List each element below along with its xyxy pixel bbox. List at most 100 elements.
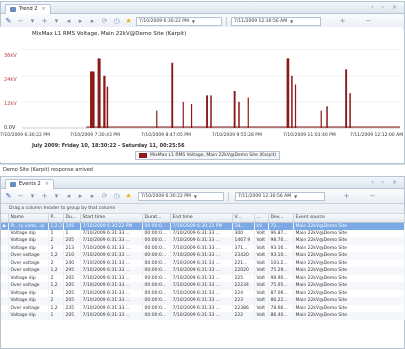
column-header[interactable]: Durat... — [142, 214, 171, 223]
table-cell-v: 18... — [232, 222, 255, 230]
table-row[interactable]: Over voltage 1,2 235 7/10/2009 6:31:33 ... 0… — [1, 304, 405, 312]
column-header[interactable]: Du... — [63, 214, 81, 223]
close-icon[interactable]: × — [41, 6, 45, 12]
table-cell-src: Main 22kV@Demo Site — [293, 289, 405, 297]
group-by-hint[interactable]: Drag a column header to group by that co… — [1, 204, 404, 214]
zoom-in-icon[interactable]: + — [342, 192, 351, 201]
edit-pen-icon[interactable]: ✎ — [4, 17, 13, 26]
table-cell-end: 7/10/2009 6:31:33 ... — [170, 244, 233, 252]
table-cell-du: 205 — [63, 282, 81, 290]
play-icon[interactable]: ▸ — [88, 192, 97, 201]
zoom-out-icon[interactable]: − — [16, 17, 25, 26]
table-cell-dur: 00:00:0... — [142, 312, 171, 320]
table-cell-v: 221... — [232, 259, 255, 267]
zoom-out-icon[interactable]: − — [368, 192, 377, 201]
refresh-icon[interactable]: ⟳ — [100, 192, 109, 201]
table-cell-end: 7/10/2009 6:31:33 ... — [170, 259, 233, 267]
zoom-out-icon[interactable]: − — [16, 192, 25, 201]
column-header[interactable]: Start time — [80, 214, 143, 223]
column-header[interactable]: ... — [254, 214, 269, 223]
column-header[interactable]: V... — [232, 214, 255, 223]
voltage-bar — [156, 110, 158, 128]
chevron-down-icon[interactable]: ▾ — [52, 192, 61, 201]
pan-left-icon[interactable]: ◂ — [64, 17, 73, 26]
zoom-in-icon[interactable]: + — [40, 192, 49, 201]
column-header[interactable]: Name — [8, 214, 49, 223]
table-cell-p: 3 — [48, 289, 64, 297]
table-row[interactable]: Over voltage 1,2 295 7/10/2009 6:31:33 ... 0… — [1, 267, 405, 275]
end-date-picker[interactable]: 7/11/2009 12:30:56 AM ▼ — [235, 191, 325, 201]
zoom-out-icon[interactable]: − — [364, 17, 373, 26]
window-controls[interactable]: ‹ › × — [371, 4, 400, 11]
table-cell-v: 225 — [232, 274, 255, 282]
column-header[interactable]: Dev... — [268, 214, 294, 223]
table-cell-dur: 00:00:0... — [142, 304, 171, 312]
table-row[interactable]: Voltage dip 2 205 7/10/2009 6:31:33 ... 00:0… — [1, 297, 405, 305]
table-cell-start: 7/10/2009 6:31:33 ... — [80, 297, 143, 305]
x-tick-label: 7/10/2009 6:30:22 PM — [0, 133, 50, 138]
table-cell-dur: 00:00:0... — [142, 297, 171, 305]
chart-legend[interactable]: MixMax L1 RMS Voltage, Main 22kV@Demo Si… — [135, 151, 281, 160]
window-controls[interactable]: ‹ › × — [371, 179, 400, 186]
refresh-icon[interactable]: ⟳ — [100, 17, 109, 26]
table-row[interactable]: ▶ Pr...ry volta...ip 1,2,3 205 7/10/2009 6:3… — [1, 222, 405, 230]
table-row[interactable]: Voltage dip 1 205 7/10/2009 6:31:33 ... 00:0… — [1, 312, 405, 320]
voltage-bar — [90, 71, 95, 128]
table-cell-start: 7/10/2009 6:31:33 ... — [80, 229, 143, 237]
table-cell-name: Over voltage — [8, 282, 49, 290]
column-header[interactable]: End time — [170, 214, 233, 223]
pan-right-icon[interactable]: ▸ — [76, 192, 85, 201]
table-cell-sel — [1, 229, 9, 237]
table-cell-dev: 72... — [268, 222, 294, 230]
table-cell-dev: 96.87... — [268, 229, 294, 237]
column-header[interactable]: Event source — [293, 214, 405, 223]
table-header-row: Name P... Du... Start time Durat... End time V… — [1, 214, 405, 223]
column-header[interactable] — [1, 214, 9, 223]
trend-titlebar: Trend 2 × ‹ › × — [1, 2, 404, 14]
chevron-down-icon[interactable]: ▾ — [28, 192, 37, 201]
table-cell-sel — [1, 282, 9, 290]
pan-left-icon[interactable]: ◂ — [64, 192, 73, 201]
table-cell-dev: 103.2... — [268, 259, 294, 267]
tab-events[interactable]: Events 2 × — [5, 178, 54, 189]
clock-icon[interactable]: ◷ — [112, 192, 121, 201]
table-cell-v: 222 — [232, 312, 255, 320]
table-row[interactable]: Voltage dip 2 205 7/10/2009 6:31:33 ... 00:0… — [1, 237, 405, 245]
zoom-in-icon[interactable]: + — [40, 17, 49, 26]
table-row[interactable]: Voltage dip 2 205 7/10/2009 6:31:33 ... 00:0… — [1, 274, 405, 282]
table-cell-du: 205 — [63, 237, 81, 245]
table-row[interactable]: Voltage dip 3 205 7/10/2009 6:31:33 ... 00:0… — [1, 289, 405, 297]
trend-chart[interactable]: MixMax L1 RMS Voltage, Main 22kV@Demo Si… — [0, 27, 403, 162]
end-date-picker[interactable]: 7/11/2009 12:30:56 AM ▼ — [231, 16, 321, 26]
close-icon[interactable]: × — [45, 181, 49, 187]
favorite-star-icon[interactable]: ★ — [124, 17, 133, 26]
table-cell-p: 2 — [48, 259, 64, 267]
table-cell-u: Volt — [254, 259, 269, 267]
chevron-down-icon[interactable]: ▾ — [52, 17, 61, 26]
table-row[interactable]: Over voltage 2 240 7/10/2009 6:31:33 ... 00:… — [1, 259, 405, 267]
chevron-down-icon[interactable]: ▾ — [28, 17, 37, 26]
start-date-picker[interactable]: 7/10/2009 6:30:22 PM ▼ — [136, 16, 222, 26]
table-cell-sel — [1, 252, 9, 260]
table-cell-du: 235 — [63, 304, 81, 312]
table-row[interactable]: Over voltage 1,2 210 7/10/2009 6:31:33 ... 0… — [1, 252, 405, 260]
pan-right-icon[interactable]: ▸ — [76, 17, 85, 26]
column-header[interactable]: P... — [48, 214, 64, 223]
edit-pen-icon[interactable]: ✎ — [4, 192, 13, 201]
table-cell-name: Over voltage — [8, 267, 49, 275]
table-cell-sel — [1, 259, 9, 267]
favorite-star-icon[interactable]: ★ — [124, 192, 133, 201]
table-cell-start: 7/10/2009 6:31:33 ... — [80, 237, 143, 245]
clock-icon[interactable]: ◷ — [112, 17, 121, 26]
table-row[interactable]: Voltage dip 1 1 7/10/2009 6:31:33 ... 00:00:… — [1, 229, 405, 237]
table-cell-du: 205 — [63, 289, 81, 297]
table-cell-p: 2 — [48, 237, 64, 245]
play-icon[interactable]: ▸ — [88, 17, 97, 26]
table-cell-name: Over voltage — [8, 259, 49, 267]
table-cell-p: 1 — [48, 229, 64, 237]
zoom-in-icon[interactable]: + — [338, 17, 347, 26]
start-date-picker[interactable]: 7/10/2009 6:30:22 PM ▼ — [138, 191, 224, 201]
tab-trend[interactable]: Trend 2 × — [5, 3, 51, 14]
table-row[interactable]: Voltage dip 3 213 7/10/2009 6:31:33 ... 00:0… — [1, 244, 405, 252]
table-row[interactable]: Over voltage 1,2 205 7/10/2009 6:31:33 ... 0… — [1, 282, 405, 290]
